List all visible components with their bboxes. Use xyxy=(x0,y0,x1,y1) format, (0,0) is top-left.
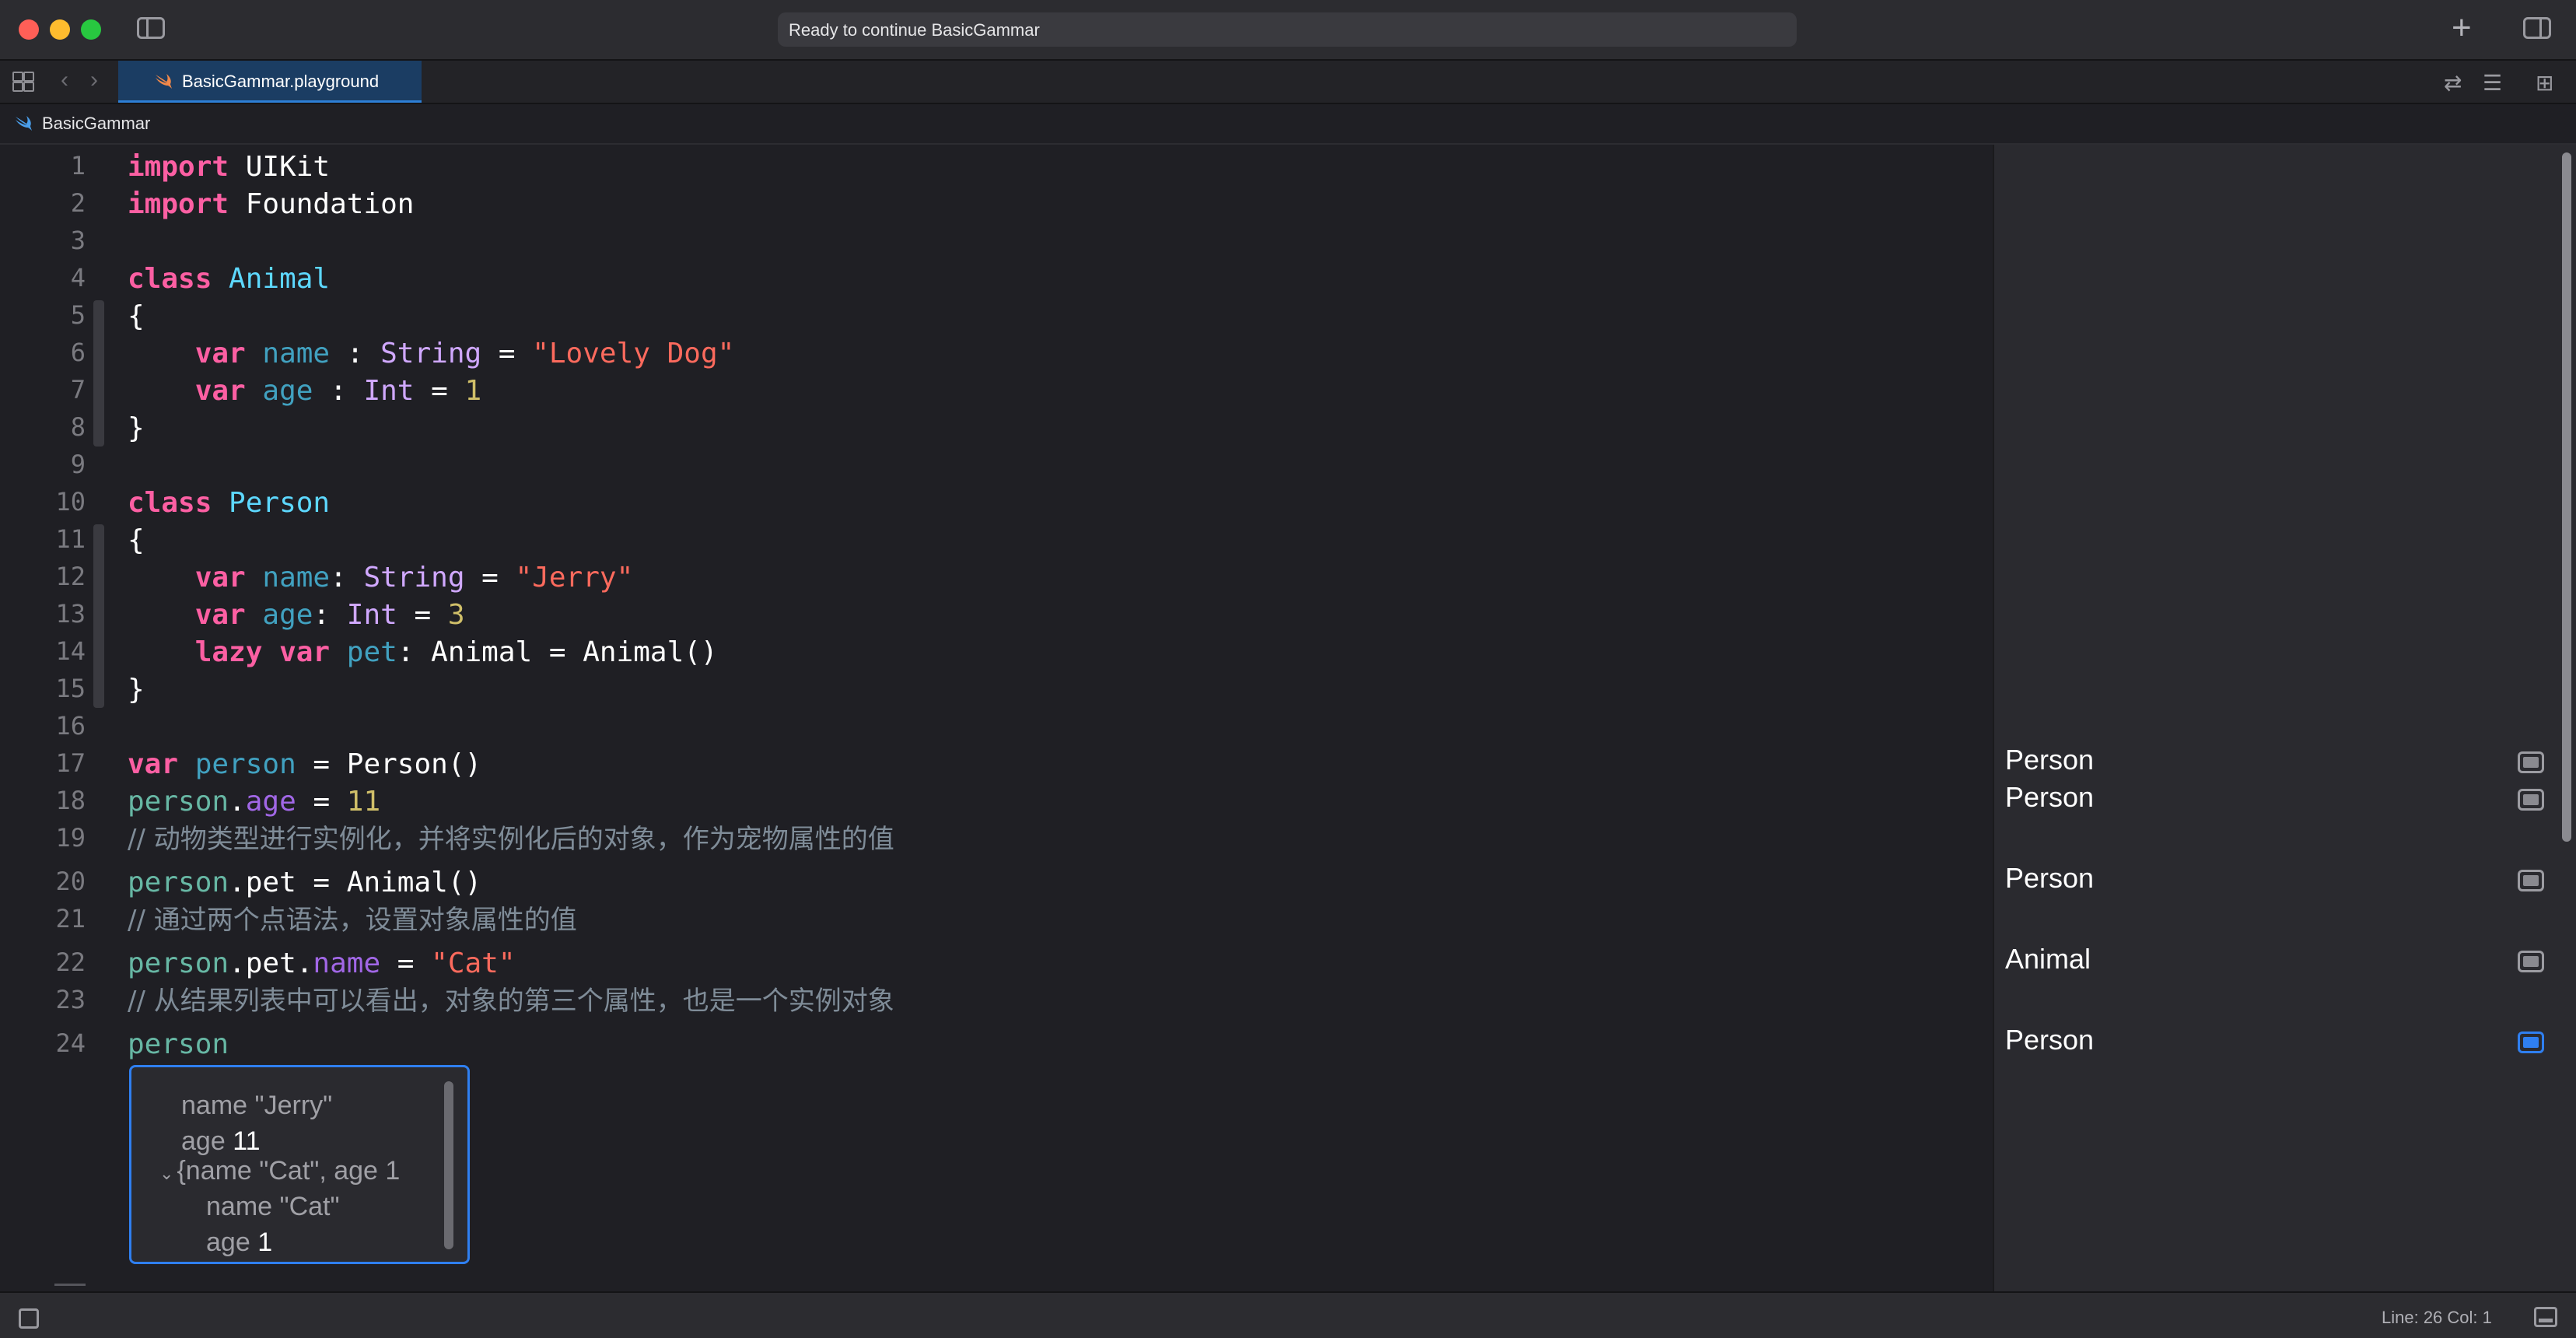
navigator-toggle-icon[interactable] xyxy=(137,17,165,39)
breadcrumb-item[interactable]: BasicGammar xyxy=(42,114,150,134)
xcode-window: Ready to continue BasicGammar + ‹ › Basi… xyxy=(0,0,2576,1338)
line-number: 12 xyxy=(55,562,86,591)
console-toggle-icon[interactable] xyxy=(2534,1307,2557,1327)
line-number: 7 xyxy=(70,375,86,405)
show-result-toggle-icon[interactable] xyxy=(2518,870,2544,891)
line-number: 13 xyxy=(55,599,86,629)
related-items-grid-icon[interactable] xyxy=(12,72,34,92)
line-number: 20 xyxy=(55,867,86,896)
chevron-left-icon[interactable]: ‹ xyxy=(61,67,68,93)
code-line-14: lazy var pet: Animal = Animal() xyxy=(128,636,718,668)
code-line-23: // 从结果列表中可以看出，对象的第三个属性，也是一个实例对象 xyxy=(128,986,894,1017)
code-line-10: class Person xyxy=(128,487,331,519)
line-number-gutter: 1 2 3 4 5 6 7 8 9 10 11 12 13 14 15 16 17 18 19 20 21 22 23 24 xyxy=(0,145,93,1291)
line-number: 17 xyxy=(55,748,86,778)
line-number: 11 xyxy=(55,524,86,554)
inline-result-popover[interactable]: name "Jerry" age 11 ⌄ {name "Cat", age 1 … xyxy=(129,1065,470,1264)
chevron-right-icon[interactable]: › xyxy=(90,67,98,93)
line-number: 19 xyxy=(55,823,86,853)
line-number: 18 xyxy=(55,786,86,815)
add-editor-icon[interactable]: ⊞ xyxy=(2536,70,2553,96)
status-bar: Line: 26 Col: 1 xyxy=(0,1291,2576,1338)
line-number: 10 xyxy=(55,487,86,517)
line-number: 16 xyxy=(55,711,86,741)
code-line-24: person xyxy=(128,1028,229,1060)
source-editor[interactable]: 1 2 3 4 5 6 7 8 9 10 11 12 13 14 15 16 17 18 19 20 21 22 23 24 … xyxy=(0,145,1993,1291)
result-value: Person xyxy=(2005,1024,2095,1056)
line-number: 1 xyxy=(70,151,86,180)
swap-arrows-icon[interactable]: ⇄ xyxy=(2444,70,2462,96)
result-row-name: name "Jerry" xyxy=(181,1091,333,1120)
result-row-pet[interactable]: ⌄ {name "Cat", age 1 xyxy=(159,1156,400,1186)
show-result-toggle-icon[interactable] xyxy=(2518,789,2544,811)
popover-scrollbar[interactable] xyxy=(444,1081,453,1249)
line-number-partial xyxy=(54,1284,86,1291)
cursor-position: Line: 26 Col: 1 xyxy=(2382,1308,2492,1327)
code-line-21: // 通过两个点语法，设置对象属性的值 xyxy=(128,905,577,936)
result-value: Person xyxy=(2005,862,2095,894)
code-line-15: } xyxy=(128,674,145,706)
debug-area-toggle-icon[interactable] xyxy=(19,1308,39,1329)
code-line-13: var age: Int = 3 xyxy=(128,599,465,631)
code-line-11: { xyxy=(128,524,145,556)
title-bar: Ready to continue BasicGammar + xyxy=(0,0,2576,61)
add-library-plus-icon[interactable]: + xyxy=(2452,9,2472,47)
code-fold-ribbon[interactable] xyxy=(93,524,104,708)
zoom-window-button[interactable] xyxy=(81,19,101,40)
line-number: 8 xyxy=(70,412,86,442)
line-number: 15 xyxy=(55,674,86,703)
code-line-7: var age : Int = 1 xyxy=(128,375,482,407)
result-row-age: age 11 xyxy=(181,1126,261,1156)
result-value: Person xyxy=(2005,781,2095,813)
line-number: 6 xyxy=(70,338,86,367)
results-scrollbar[interactable] xyxy=(2562,152,2571,842)
line-number: 5 xyxy=(70,300,86,330)
line-number: 9 xyxy=(70,450,86,479)
code-fold-ribbon[interactable] xyxy=(93,300,104,447)
tab-bar: ‹ › BasicGammar.playground ⇄ ☰ ⊞ xyxy=(0,61,2576,104)
show-result-toggle-icon[interactable] xyxy=(2518,751,2544,773)
code-line-20: person.pet = Animal() xyxy=(128,867,482,898)
results-sidebar: Person Person Person Animal Person xyxy=(1993,145,2576,1291)
line-number: 23 xyxy=(55,985,86,1014)
code-line-6: var name : String = "Lovely Dog" xyxy=(128,338,735,370)
code-line-5: { xyxy=(128,300,145,332)
line-number: 14 xyxy=(55,636,86,666)
close-window-button[interactable] xyxy=(19,19,39,40)
show-result-toggle-icon[interactable] xyxy=(2518,951,2544,972)
result-value: Person xyxy=(2005,744,2095,776)
inspector-toggle-icon[interactable] xyxy=(2523,17,2551,39)
code-line-1: import UIKit xyxy=(128,151,331,183)
adjust-editor-icon[interactable]: ☰ xyxy=(2483,70,2502,96)
code-line-12: var name: String = "Jerry" xyxy=(128,562,634,594)
line-number: 4 xyxy=(70,263,86,292)
show-result-toggle-icon[interactable] xyxy=(2518,1032,2544,1053)
swift-icon xyxy=(156,74,172,89)
jump-bar: BasicGammar xyxy=(0,104,2576,145)
tab-label: BasicGammar.playground xyxy=(182,72,380,91)
tab-basicgammar-playground[interactable]: BasicGammar.playground xyxy=(118,61,422,103)
code-line-22: person.pet.name = "Cat" xyxy=(128,947,516,979)
code-line-4: class Animal xyxy=(128,263,331,295)
line-number: 22 xyxy=(55,947,86,977)
line-number: 3 xyxy=(70,226,86,255)
line-number: 2 xyxy=(70,188,86,218)
result-row-pet-name: name "Cat" xyxy=(206,1192,340,1221)
code-line-2: import Foundation xyxy=(128,188,415,220)
activity-status-text: Ready to continue BasicGammar xyxy=(789,20,1040,40)
line-number: 21 xyxy=(55,904,86,933)
code-line-8: } xyxy=(128,412,145,444)
line-number: 24 xyxy=(55,1028,86,1058)
activity-viewer: Ready to continue BasicGammar xyxy=(778,12,1797,47)
chevron-down-icon[interactable]: ⌄ xyxy=(159,1164,173,1184)
minimize-window-button[interactable] xyxy=(50,19,70,40)
swift-icon xyxy=(16,116,32,131)
result-row-pet-age: age 1 xyxy=(206,1228,273,1257)
code-line-18: person.age = 11 xyxy=(128,786,381,818)
code-line-17: var person = Person() xyxy=(128,748,482,780)
code-line-19: // 动物类型进行实例化，并将实例化后的对象，作为宠物属性的值 xyxy=(128,824,894,855)
result-value: Animal xyxy=(2005,943,2091,975)
